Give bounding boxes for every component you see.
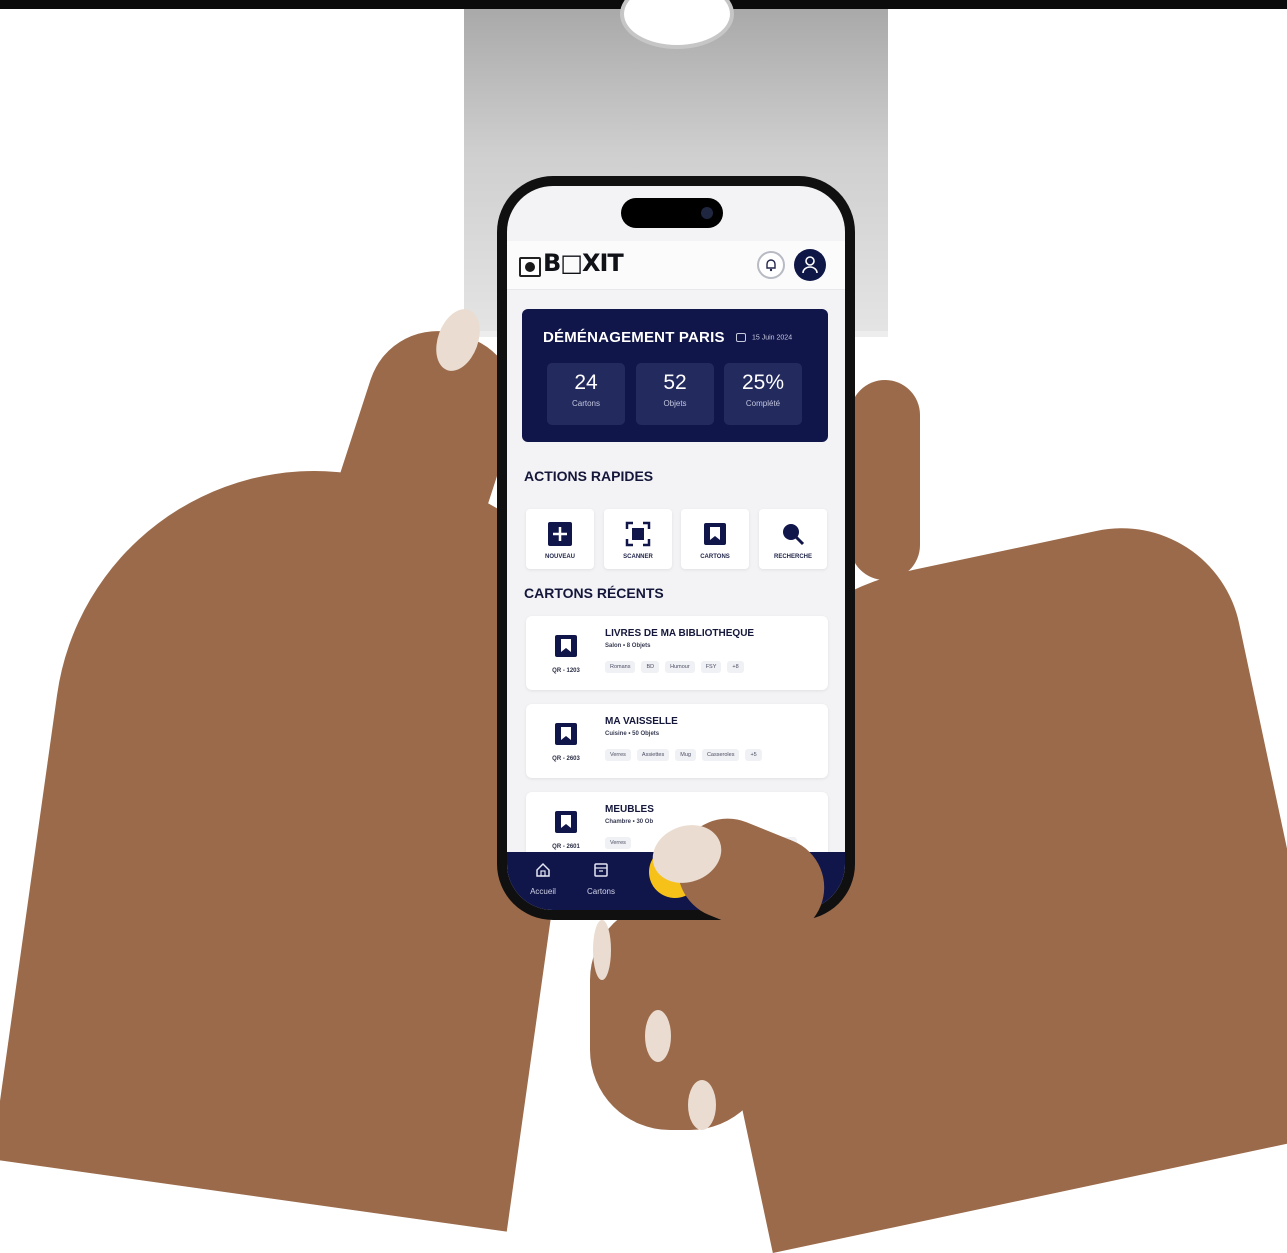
quick-action-label: SCANNER: [623, 554, 653, 560]
phone: B□XIT DÉMÉNAGEMENT PARIS 15 Juin 2024 24…: [497, 176, 855, 920]
stat-value: 52: [663, 371, 687, 394]
carton-card[interactable]: QR - 1203 LIVRES DE MA BIBLIOTHEQUE Salo…: [526, 616, 828, 690]
app-screen: B□XIT DÉMÉNAGEMENT PARIS 15 Juin 2024 24…: [507, 186, 845, 910]
carton-title: MEUBLES: [605, 804, 654, 815]
tag: Verres: [605, 837, 631, 849]
stat-label: Complété: [745, 399, 781, 408]
carton-title: LIVRES DE MA BIBLIOTHEQUE: [605, 628, 755, 639]
app-header: B□XIT: [507, 241, 845, 290]
move-date-text: 15 Juin 2024: [752, 334, 793, 342]
right-fingers: [850, 380, 920, 580]
app-logo: B□XIT: [543, 249, 624, 277]
calendar-icon: [736, 333, 746, 342]
tag: FSY: [700, 661, 722, 673]
nav-label: Accueil: [530, 887, 556, 896]
nav-cartons[interactable]: Cartons: [577, 862, 625, 896]
stat-label: Cartons: [571, 399, 600, 408]
carton-subtitle: Salon • 8 Objets: [605, 643, 651, 649]
move-title: DÉMÉNAGEMENT PARIS: [543, 329, 725, 346]
dynamic-island: [621, 198, 723, 228]
nav-label: Cartons: [586, 887, 615, 896]
carton-title: MA VAISSELLE: [605, 716, 678, 727]
quick-action-label: CARTONS: [700, 554, 730, 560]
move-date: 15 Juin 2024: [736, 333, 792, 342]
tag: Casseroles: [701, 749, 740, 761]
tag: Mug: [675, 749, 696, 761]
box-icon: [704, 523, 726, 545]
logo-icon: [519, 257, 541, 277]
plus-icon: [548, 522, 572, 546]
tag: Romans: [605, 661, 636, 673]
qr-code-label: QR - 2603: [552, 756, 580, 762]
box-icon: [555, 723, 577, 745]
stat-value: 25%: [741, 371, 785, 394]
finger-nail: [688, 1080, 716, 1130]
user-icon[interactable]: [794, 249, 826, 281]
quick-action-search[interactable]: RECHERCHE: [759, 509, 827, 569]
lower-fingers: [590, 900, 770, 1130]
scan-icon: [625, 521, 651, 547]
nav-home[interactable]: Accueil: [519, 862, 567, 896]
tag: Assiettes: [636, 749, 670, 761]
tag: +8: [727, 661, 744, 673]
quick-action-cartons[interactable]: CARTONS: [681, 509, 749, 569]
stat-cartons: 24 Cartons: [547, 363, 625, 425]
stat-objets: 52 Objets: [636, 363, 714, 425]
tag: Humour: [665, 661, 695, 673]
tag: BD: [641, 661, 660, 673]
box-icon: [555, 635, 577, 657]
stand-hole: [620, 0, 734, 49]
quick-actions-title: ACTIONS RAPIDES: [524, 468, 654, 484]
qr-code-label: QR - 1203: [552, 668, 580, 674]
quick-action-label: NOUVEAU: [544, 554, 575, 560]
finger-nail: [645, 1010, 671, 1062]
finger-nail: [593, 920, 611, 980]
carton-tags: Romans BD Humour FSY +8: [605, 661, 744, 673]
carton-subtitle: Cuisine • 50 Objets: [605, 731, 660, 737]
search-icon: [783, 524, 805, 546]
box-icon: [555, 811, 577, 833]
stat-value: 24: [574, 371, 598, 394]
move-summary-card[interactable]: DÉMÉNAGEMENT PARIS 15 Juin 2024 24 Carton…: [522, 309, 828, 442]
quick-action-new[interactable]: NOUVEAU: [526, 509, 594, 569]
qr-code-label: QR - 2601: [552, 844, 580, 850]
quick-action-label: RECHERCHE: [773, 554, 812, 560]
carton-subtitle: Chambre • 30 Ob: [605, 819, 654, 825]
stat-complete: 25% Complété: [724, 363, 802, 425]
recent-cartons-title: CARTONS RÉCENTS: [524, 585, 664, 601]
bell-icon[interactable]: [757, 251, 785, 279]
box-icon: [594, 863, 608, 877]
tag: Verres: [605, 749, 631, 761]
stat-label: Objets: [663, 399, 687, 408]
carton-tags: Verres Assiettes Mug Casseroles +5: [605, 749, 762, 761]
home-icon: [536, 862, 550, 877]
carton-card[interactable]: QR - 2603 MA VAISSELLE Cuisine • 50 Obje…: [526, 704, 828, 778]
tag: +5: [745, 749, 762, 761]
quick-action-scanner[interactable]: SCANNER: [604, 509, 672, 569]
